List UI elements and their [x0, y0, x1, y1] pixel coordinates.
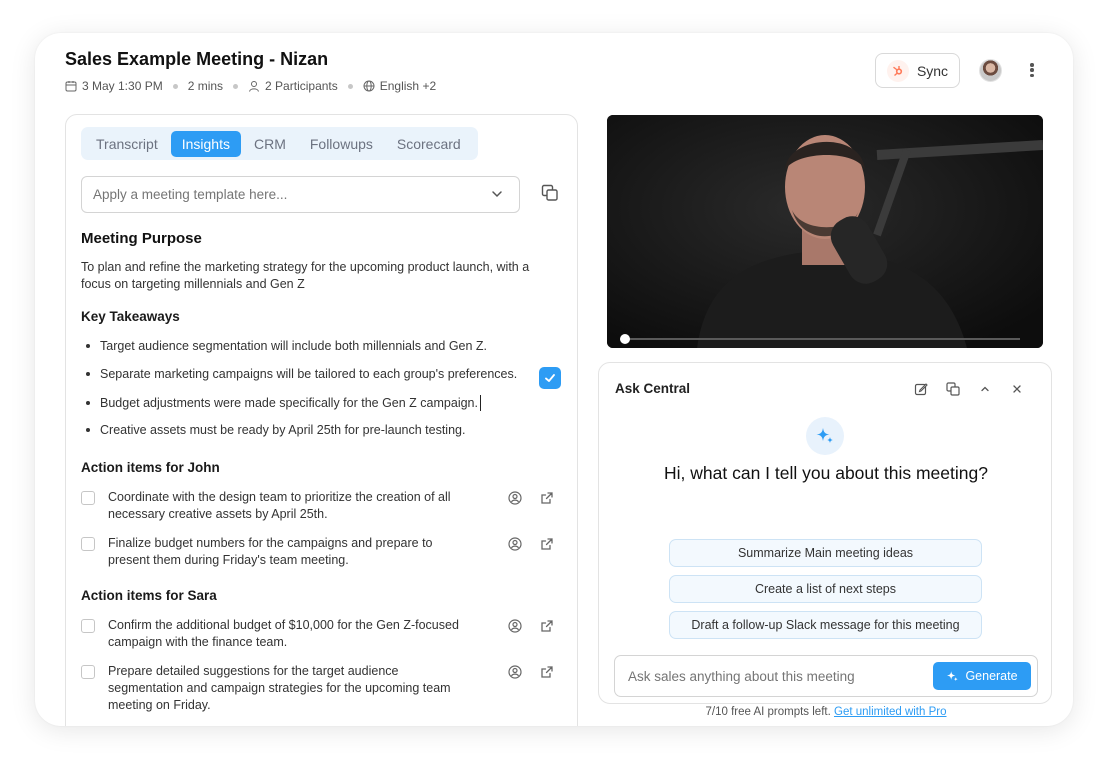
ask-input[interactable]	[628, 665, 928, 687]
takeaway-item[interactable]: Budget adjustments were made specificall…	[86, 395, 481, 411]
video-scrubber-handle[interactable]	[620, 334, 630, 344]
generate-label: Generate	[965, 669, 1018, 683]
meta-date: 3 May 1:30 PM	[65, 79, 163, 93]
copy-icon[interactable]	[541, 184, 559, 202]
tab-crm[interactable]: CRM	[243, 131, 297, 157]
meeting-purpose-text: To plan and refine the marketing strateg…	[81, 260, 530, 291]
text-cursor	[479, 395, 481, 411]
hubspot-icon	[886, 59, 909, 82]
external-link-icon[interactable]	[540, 537, 554, 551]
confirm-check-button[interactable]	[539, 367, 561, 389]
ask-central-panel: Ask Central Hi, what can I tell you abou…	[598, 362, 1052, 718]
meta-date-text: 3 May 1:30 PM	[82, 79, 163, 93]
ask-greeting: Hi, what can I tell you about this meeti…	[664, 463, 988, 483]
task-checkbox[interactable]	[81, 491, 95, 505]
action-items-john-heading: Action items for John	[81, 460, 220, 475]
video-player[interactable]	[607, 115, 1043, 348]
insights-panel: Transcript Insights CRM Followups Scorec…	[65, 114, 578, 726]
meta-separator	[233, 83, 239, 89]
meeting-title: Sales Example Meeting - Nizan	[65, 49, 329, 69]
suggestion-chip[interactable]: Summarize Main meeting ideas	[669, 539, 982, 567]
action-item: Finalize budget numbers for the campaign…	[81, 535, 561, 569]
upgrade-link[interactable]: Get unlimited with Pro	[834, 706, 947, 718]
takeaway-item: Target audience segmentation will includ…	[86, 339, 487, 353]
ask-toolbar	[914, 382, 1024, 396]
copy-icon[interactable]	[946, 382, 960, 396]
task-text: Prepare detailed suggestions for the tar…	[108, 664, 451, 712]
assign-user-icon[interactable]	[508, 619, 522, 633]
external-link-icon[interactable]	[540, 619, 554, 633]
person-icon	[249, 81, 260, 92]
video-frame	[607, 115, 1043, 348]
video-scrubber-track[interactable]	[620, 338, 1020, 340]
external-link-icon[interactable]	[540, 491, 554, 505]
task-text: Finalize budget numbers for the campaign…	[108, 536, 433, 567]
assign-user-icon[interactable]	[508, 491, 522, 505]
chevron-up-icon[interactable]	[978, 382, 992, 396]
assign-user-icon[interactable]	[508, 537, 522, 551]
meta-participants: 2 Participants	[248, 79, 338, 93]
ask-input-box: Generate	[614, 655, 1038, 697]
meta-language: English +2	[363, 79, 436, 93]
action-item: Coordinate with the design team to prior…	[81, 489, 561, 523]
more-options-icon[interactable]	[1028, 61, 1036, 79]
suggestion-chip[interactable]: Create a list of next steps	[669, 575, 982, 603]
takeaway-text[interactable]: Budget adjustments were made specificall…	[100, 396, 478, 410]
meta-language-text: English +2	[379, 79, 437, 93]
globe-icon	[363, 80, 375, 92]
meeting-purpose-heading: Meeting Purpose	[81, 230, 202, 247]
sparkle-icon	[947, 670, 959, 681]
task-checkbox[interactable]	[81, 537, 95, 551]
tab-followups[interactable]: Followups	[299, 131, 384, 157]
meta-participants-text: 2 Participants	[265, 79, 338, 93]
action-item: Prepare detailed suggestions for the tar…	[81, 663, 561, 714]
sync-label: Sync	[916, 62, 949, 79]
takeaway-text: Target audience segmentation will includ…	[100, 339, 488, 353]
chevron-down-icon[interactable]	[490, 187, 504, 201]
external-link-icon[interactable]	[540, 665, 554, 679]
meta-separator	[347, 83, 353, 89]
avatar[interactable]	[979, 59, 1002, 82]
template-select[interactable]	[81, 176, 520, 213]
meta-duration: 2 mins	[187, 79, 224, 93]
takeaway-item: Creative assets must be ready by April 2…	[86, 423, 465, 437]
action-items-sara-heading: Action items for Sara	[81, 588, 217, 603]
tab-bar: Transcript Insights CRM Followups Scorec…	[81, 127, 478, 160]
calendar-icon	[65, 81, 77, 92]
task-checkbox[interactable]	[81, 665, 95, 679]
meeting-meta: 3 May 1:30 PM 2 mins 2 Participants Engl…	[65, 79, 436, 93]
action-item: Confirm the additional budget of $10,000…	[81, 617, 561, 651]
meta-separator	[172, 83, 178, 89]
task-checkbox[interactable]	[81, 619, 95, 633]
ask-central-title: Ask Central	[615, 381, 691, 396]
assign-user-icon[interactable]	[508, 665, 522, 679]
tab-insights[interactable]: Insights	[170, 130, 241, 157]
takeaway-item: Separate marketing campaigns will be tai…	[86, 367, 517, 381]
close-icon[interactable]	[1010, 382, 1024, 396]
sparkle-icon	[806, 417, 844, 455]
quota-text: 7/10 free AI prompts left. Get unlimited…	[599, 706, 1053, 718]
key-takeaways-heading: Key Takeaways	[81, 309, 180, 324]
task-text: Confirm the additional budget of $10,000…	[108, 618, 459, 649]
tab-transcript[interactable]: Transcript	[85, 131, 169, 157]
takeaway-text: Creative assets must be ready by April 2…	[100, 423, 466, 437]
edit-icon[interactable]	[914, 382, 928, 396]
meeting-card: Sales Example Meeting - Nizan 3 May 1:30…	[35, 33, 1073, 726]
sync-button[interactable]: Sync	[875, 53, 960, 88]
quota-count: 7/10 free AI prompts left.	[705, 706, 831, 718]
tab-scorecard[interactable]: Scorecard	[386, 131, 472, 157]
generate-button[interactable]: Generate	[933, 662, 1031, 690]
check-icon	[545, 374, 555, 382]
task-text: Coordinate with the design team to prior…	[108, 490, 451, 521]
takeaway-text: Separate marketing campaigns will be tai…	[100, 367, 518, 381]
suggestion-chip[interactable]: Draft a follow-up Slack message for this…	[669, 611, 982, 639]
